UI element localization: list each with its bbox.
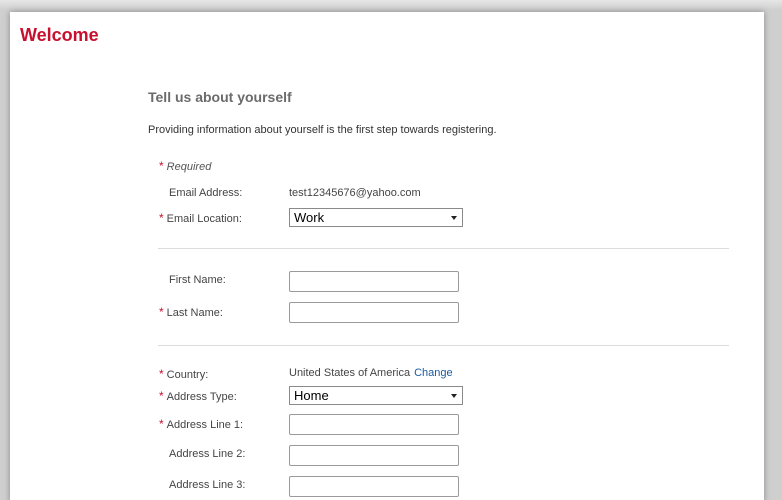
address-line-2-label: Address Line 2: bbox=[169, 448, 246, 460]
email-location-label-text: Email Location: bbox=[166, 213, 242, 225]
last-name-label-text: Last Name: bbox=[166, 307, 223, 319]
section-divider bbox=[158, 248, 729, 249]
first-name-row: First Name: bbox=[159, 271, 599, 293]
first-name-input[interactable] bbox=[289, 271, 459, 292]
email-address-value: test12345676@yahoo.com bbox=[289, 187, 421, 199]
country-label: * Country: bbox=[159, 367, 208, 381]
email-location-row: * Email Location: Work bbox=[159, 208, 599, 230]
last-name-label: * Last Name: bbox=[159, 305, 223, 319]
address-line-1-input[interactable] bbox=[289, 414, 459, 435]
address-line-2-row: Address Line 2: bbox=[159, 445, 599, 467]
address-type-select[interactable]: Home bbox=[289, 386, 463, 405]
address-type-label-text: Address Type: bbox=[166, 391, 237, 403]
last-name-input[interactable] bbox=[289, 302, 459, 323]
address-line-1-row: * Address Line 1: bbox=[159, 414, 599, 436]
address-line-1-label-text: Address Line 1: bbox=[166, 419, 244, 431]
address-line-3-input[interactable] bbox=[289, 476, 459, 497]
screenshot-frame: Welcome Tell us about yourself Providing… bbox=[0, 0, 782, 500]
email-location-label: * Email Location: bbox=[159, 211, 242, 225]
asterisk-icon: * bbox=[159, 367, 164, 381]
address-line-1-label: * Address Line 1: bbox=[159, 417, 243, 431]
email-address-label: Email Address: bbox=[169, 187, 243, 199]
asterisk-icon: * bbox=[159, 159, 164, 173]
address-type-row: * Address Type: Home bbox=[159, 386, 599, 408]
address-line-3-row: Address Line 3: bbox=[159, 476, 599, 498]
required-note: * Required bbox=[159, 159, 211, 173]
chevron-down-icon bbox=[451, 394, 457, 398]
last-name-row: * Last Name: bbox=[159, 302, 599, 324]
email-address-row: Email Address: test12345676@yahoo.com bbox=[159, 184, 599, 206]
section-title: Tell us about yourself bbox=[148, 89, 292, 105]
country-row: * Country: United States of America Change bbox=[159, 364, 599, 386]
asterisk-icon: * bbox=[159, 389, 164, 403]
asterisk-icon: * bbox=[159, 211, 164, 225]
address-line-2-input[interactable] bbox=[289, 445, 459, 466]
first-name-label: First Name: bbox=[169, 274, 226, 286]
address-type-label: * Address Type: bbox=[159, 389, 237, 403]
address-type-selected: Home bbox=[294, 388, 329, 403]
section-divider bbox=[158, 345, 729, 346]
asterisk-icon: * bbox=[159, 305, 164, 319]
country-value: United States of America bbox=[289, 367, 411, 379]
country-value-group: United States of America Change bbox=[289, 367, 453, 379]
country-label-text: Country: bbox=[166, 369, 209, 381]
required-note-label: Required bbox=[166, 161, 212, 173]
chevron-down-icon bbox=[451, 216, 457, 220]
registration-window: Welcome Tell us about yourself Providing… bbox=[10, 12, 764, 500]
change-country-link[interactable]: Change bbox=[414, 367, 453, 379]
intro-text: Providing information about yourself is … bbox=[148, 124, 497, 136]
email-location-select[interactable]: Work bbox=[289, 208, 463, 227]
page-title: Welcome bbox=[20, 25, 99, 45]
asterisk-icon: * bbox=[159, 417, 164, 431]
address-line-3-label: Address Line 3: bbox=[169, 479, 246, 491]
email-location-selected: Work bbox=[294, 210, 325, 225]
